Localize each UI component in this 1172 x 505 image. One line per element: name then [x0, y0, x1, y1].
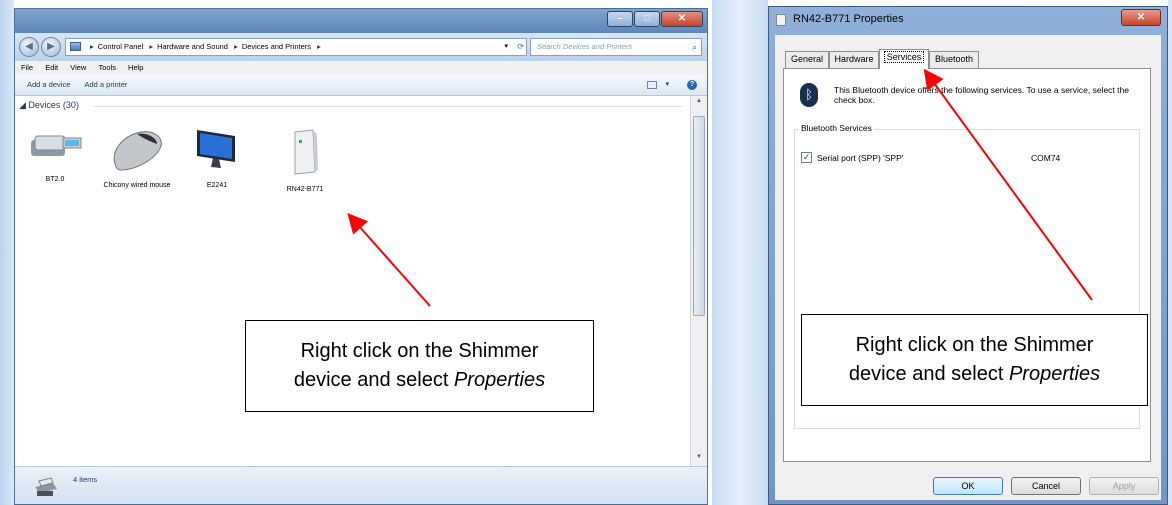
- search-icon[interactable]: ⌕: [692, 39, 697, 55]
- desktop-background-left: [0, 0, 14, 505]
- apply-button[interactable]: Apply: [1089, 477, 1159, 495]
- bluetooth-icon: ᛒ: [800, 83, 818, 107]
- menu-edit[interactable]: Edit: [45, 63, 58, 72]
- menu-file[interactable]: File: [21, 63, 33, 72]
- search-placeholder: Search Devices and Printers: [537, 42, 633, 51]
- breadcrumb: ▸ Control Panel ▸ Hardware and Sound ▸ Devi…: [90, 42, 321, 51]
- chevron-down-icon[interactable]: ▾: [665, 75, 669, 95]
- device-label: BT2.0: [45, 176, 65, 183]
- mouse-icon: [113, 131, 162, 171]
- add-printer-button[interactable]: Add a printer: [84, 80, 127, 89]
- device-tower-icon: [294, 129, 318, 175]
- callout-line2: device and select Properties: [293, 369, 546, 391]
- tab-services[interactable]: Services: [879, 49, 929, 69]
- group-divider: [93, 106, 683, 107]
- tab-hardware[interactable]: Hardware: [829, 51, 879, 68]
- dialog-icon: [776, 14, 786, 26]
- search-input[interactable]: Search Devices and Printers ⌕: [530, 38, 702, 56]
- status-bar: 4 items: [15, 466, 707, 504]
- address-row: ◀ ▶ ▸ Control Panel ▸ Hardware and Sound ▸…: [15, 33, 707, 61]
- device-label: RN42-B771: [286, 186, 324, 193]
- tab-general[interactable]: General: [785, 51, 829, 68]
- command-bar: Add a device Add a printer ▾ ?: [15, 75, 707, 96]
- add-device-button[interactable]: Add a device: [27, 80, 70, 89]
- service-row: ✓ Serial port (SPP) 'SPP' COM74: [801, 152, 1131, 164]
- device-label: Chicony wired mouse: [103, 182, 171, 189]
- breadcrumb-item[interactable]: Control Panel: [98, 42, 143, 51]
- scroll-up-icon[interactable]: ▲: [694, 98, 704, 108]
- control-panel-icon: [70, 42, 81, 51]
- devices-and-printers-window: – □ ✕ ◀ ▶ ▸ Control Panel ▸ Hardware and S…: [14, 8, 708, 505]
- chevron-down-icon[interactable]: ▾: [504, 39, 508, 55]
- properties-dialog: RN42-B771 Properties ✕ General Hardware …: [768, 6, 1168, 505]
- back-button[interactable]: ◀: [19, 37, 39, 57]
- device-item-mouse[interactable]: Chicony wired mouse: [97, 126, 177, 190]
- menu-view[interactable]: View: [70, 63, 86, 72]
- group-header-label: Devices (30): [28, 100, 79, 110]
- device-label: E2241: [206, 182, 228, 189]
- window-controls: – □ ✕: [606, 11, 703, 27]
- service-port: COM74: [1031, 153, 1061, 163]
- group-label: Bluetooth Services: [799, 123, 874, 133]
- group-header[interactable]: ◢ Devices (30): [19, 100, 79, 111]
- service-checkbox[interactable]: ✓: [801, 152, 812, 163]
- dialog-title: RN42-B771 Properties: [793, 13, 904, 25]
- menu-bar: File Edit View Tools Help: [15, 61, 707, 75]
- scroll-down-icon[interactable]: ▼: [694, 454, 704, 464]
- device-item-rn42-b771[interactable]: RN42-B771: [265, 126, 345, 194]
- desktop-background-right: [1168, 0, 1172, 505]
- refresh-icon[interactable]: ⟳: [517, 39, 524, 55]
- address-bar[interactable]: ▸ Control Panel ▸ Hardware and Sound ▸ Devi…: [65, 38, 527, 56]
- usb-dongle-icon: [31, 135, 82, 156]
- instruction-callout-right: Right click on the Shimmer device and se…: [801, 314, 1148, 406]
- breadcrumb-item[interactable]: Hardware and Sound: [157, 42, 228, 51]
- forward-button[interactable]: ▶: [41, 37, 61, 57]
- menu-help[interactable]: Help: [128, 63, 143, 72]
- scrollbar-thumb[interactable]: [693, 116, 705, 316]
- close-button[interactable]: ✕: [1121, 9, 1161, 26]
- callout-line1: Right click on the Shimmer: [300, 340, 539, 362]
- instruction-callout-left: Right click on the Shimmer device and se…: [245, 320, 594, 412]
- ok-button[interactable]: OK: [933, 477, 1003, 495]
- callout-line1: Right click on the Shimmer: [855, 334, 1094, 356]
- desktop-background-middle: [712, 0, 768, 505]
- service-name: Serial port (SPP) 'SPP': [817, 153, 904, 163]
- help-icon[interactable]: ?: [687, 80, 697, 90]
- menu-tools[interactable]: Tools: [98, 63, 116, 72]
- device-item-e2241[interactable]: E2241: [177, 126, 257, 190]
- services-intro: This Bluetooth device offers the followi…: [834, 85, 1129, 105]
- maximize-button[interactable]: □: [634, 11, 660, 27]
- close-button[interactable]: ✕: [661, 11, 703, 27]
- printer-icon: [35, 477, 57, 496]
- callout-line2: device and select Properties: [848, 363, 1101, 385]
- cancel-button[interactable]: Cancel: [1011, 477, 1081, 495]
- breadcrumb-item[interactable]: Devices and Printers: [242, 42, 311, 51]
- item-count: 4 items: [73, 475, 98, 484]
- window-titlebar[interactable]: – □ ✕: [15, 9, 707, 33]
- device-item-bt20[interactable]: BT2.0: [15, 126, 95, 184]
- callout-emphasis: Properties: [453, 369, 546, 391]
- monitor-icon: [197, 130, 235, 168]
- change-view-icon[interactable]: [647, 81, 657, 89]
- minimize-button[interactable]: –: [607, 11, 633, 27]
- vertical-scrollbar[interactable]: ▲ ▼: [690, 96, 707, 466]
- callout-emphasis: Properties: [1008, 363, 1101, 385]
- dialog-body: General Hardware Services Bluetooth ᛒ Th…: [775, 35, 1161, 500]
- tab-bluetooth[interactable]: Bluetooth: [929, 51, 979, 68]
